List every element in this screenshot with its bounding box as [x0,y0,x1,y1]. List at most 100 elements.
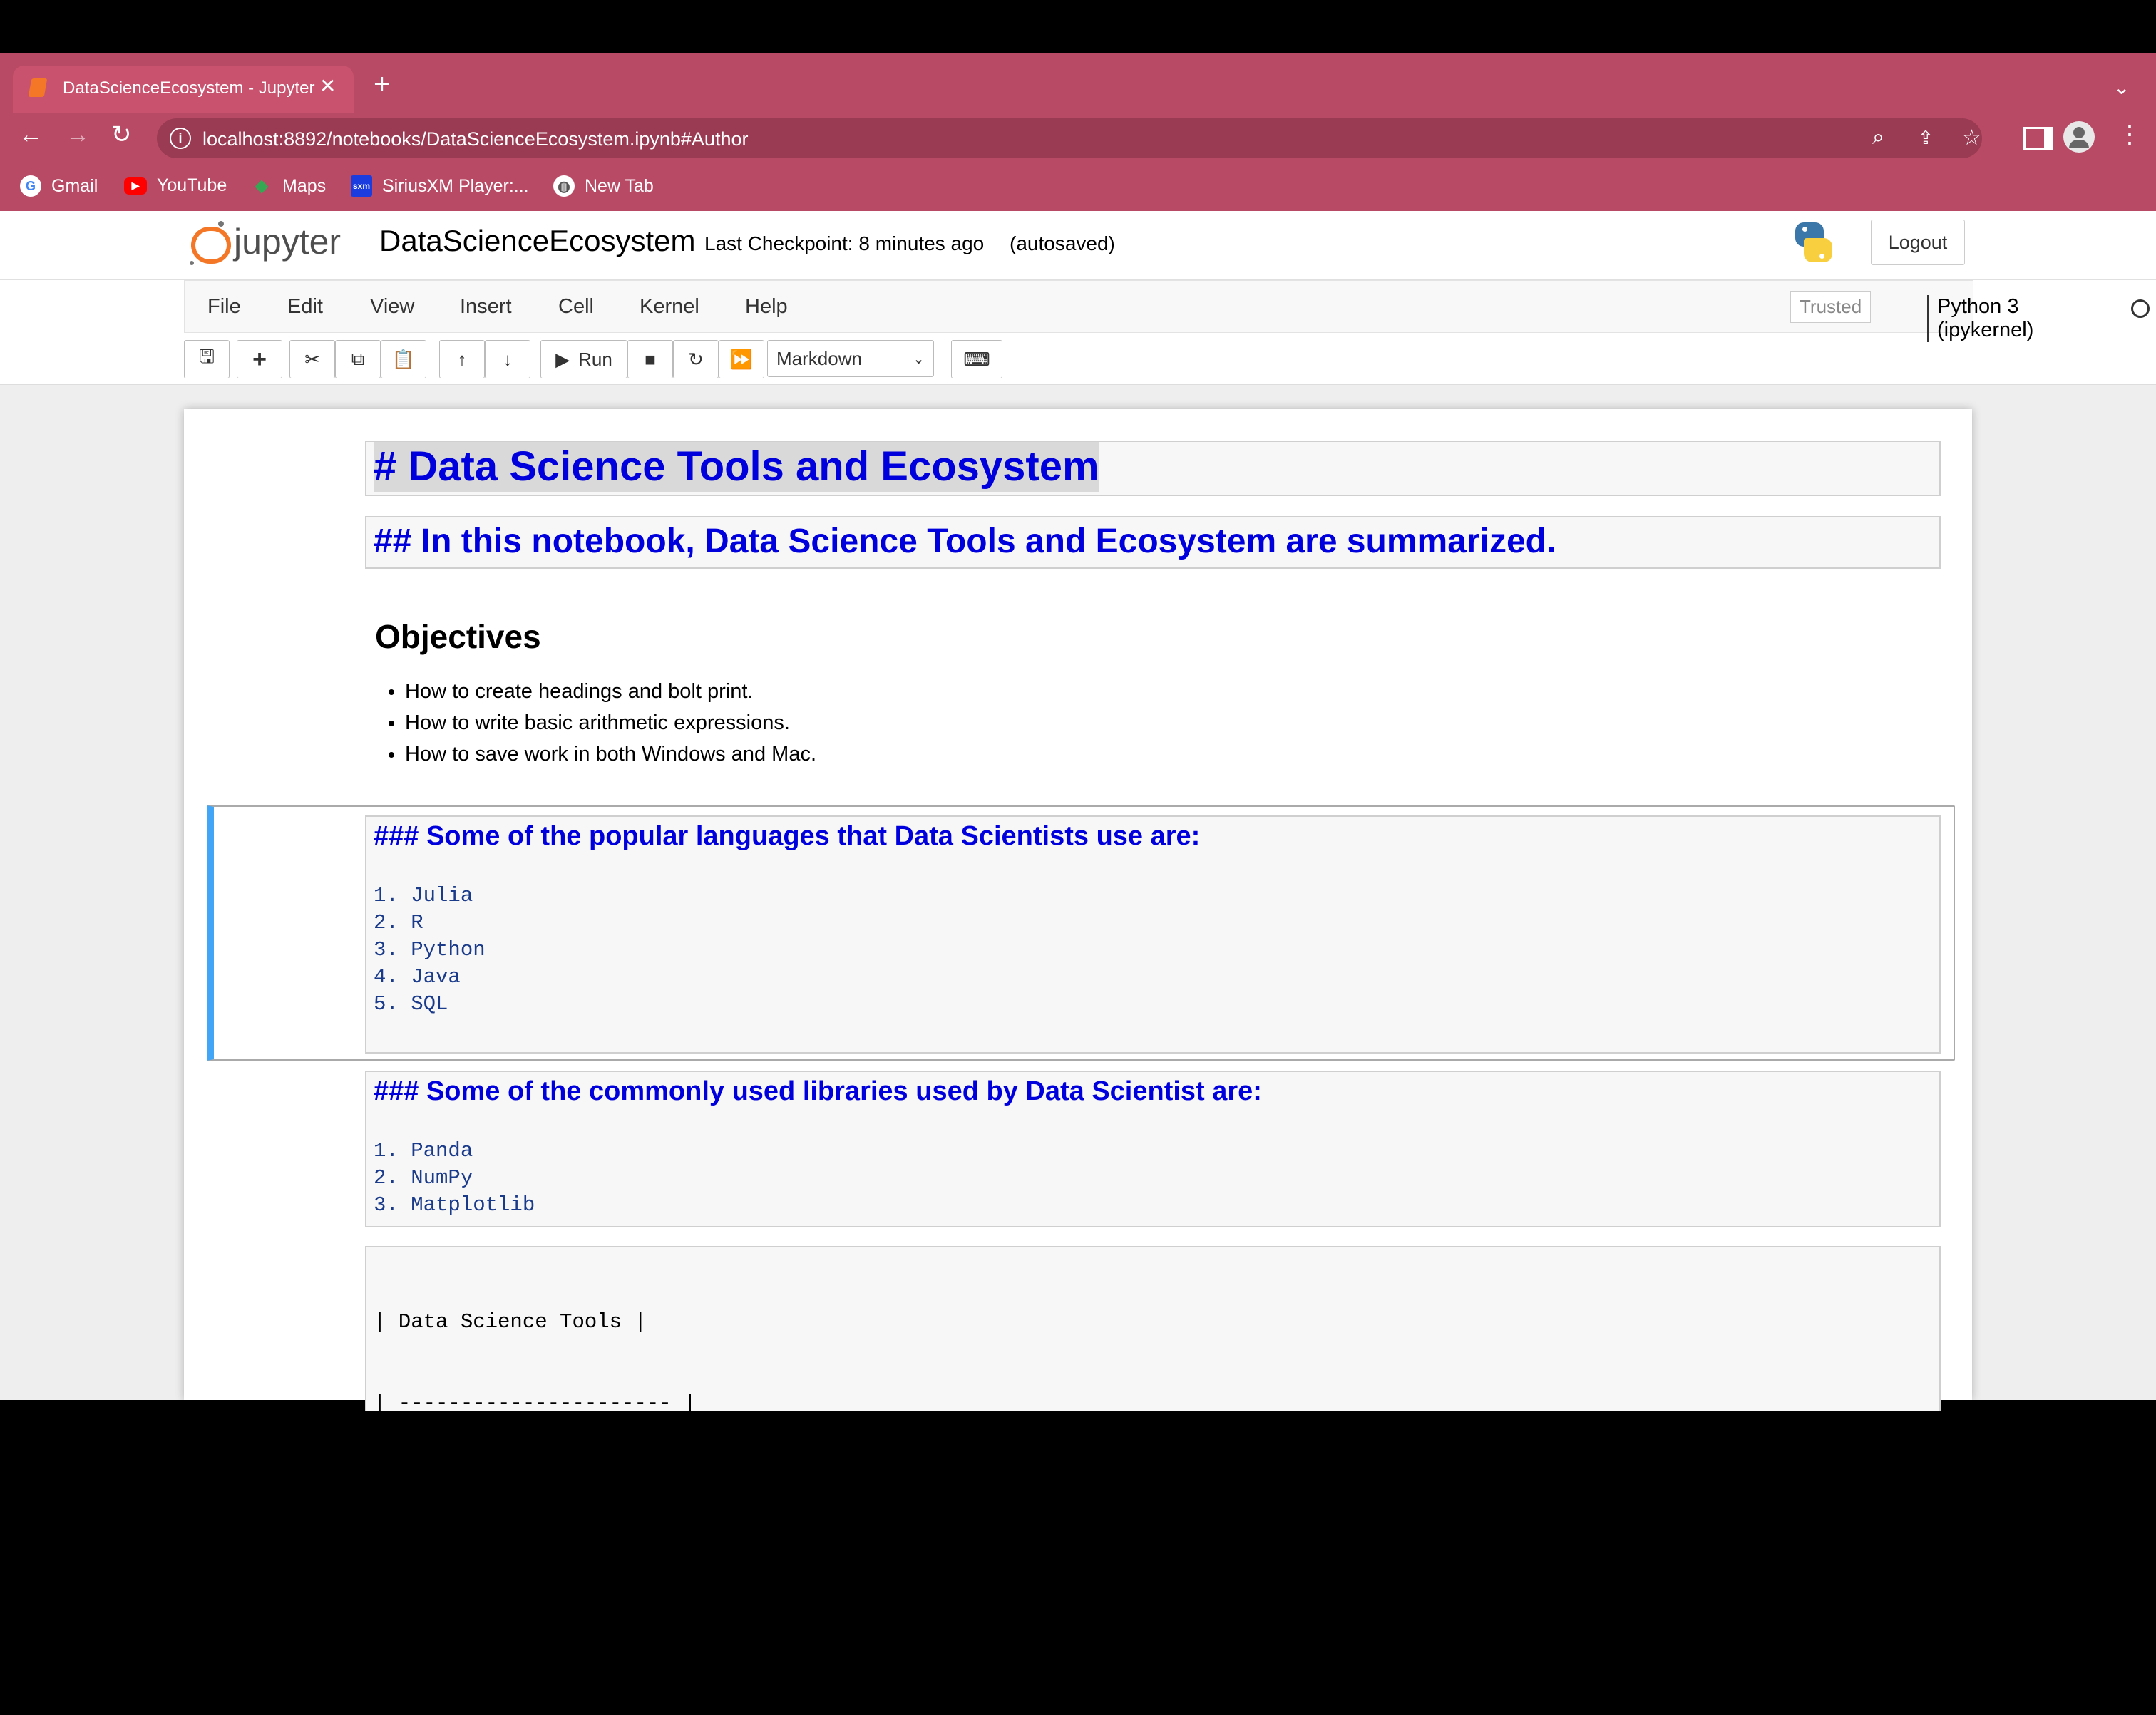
bookmark-label: YouTube [157,175,227,195]
fast-forward-icon[interactable]: ⏩ [719,340,764,378]
last-checkpoint: Last Checkpoint: 8 minutes ago [704,232,985,254]
address-bar[interactable]: i localhost:8892/notebooks/DataScienceEc… [157,118,1982,158]
menu-container: File Edit View Insert Cell Kernel Help T… [184,280,2150,342]
insert-cell-icon[interactable]: + [237,340,282,378]
share-icon[interactable]: ⇪ [1918,127,1934,149]
tab-search-chevron-icon[interactable]: ⌄ [2113,76,2130,99]
markdown-cell-h2[interactable]: ## In this notebook, Data Science Tools … [365,516,1941,569]
maps-pin-icon: ⬥ [255,175,269,196]
cut-icon[interactable]: ✂ [289,340,335,378]
trusted-badge[interactable]: Trusted [1790,291,1872,323]
siriusxm-icon: sxm [351,175,372,197]
notebook-container: # Data Science Tools and Ecosystem ## In… [184,409,1972,1659]
languages-heading: ### Some of the popular languages that D… [374,821,1201,851]
save-icon[interactable]: 🖫 [184,340,230,378]
objective-item: How to create headings and bolt print. [405,676,816,707]
bookmark-star-icon[interactable]: ☆ [1962,125,1981,150]
jupyter-header: jupyter DataScienceEcosystem Last Checkp… [0,211,2156,280]
browser-menu-icon[interactable]: ⋮ [2118,123,2142,147]
new-tab-button[interactable]: + [374,70,390,98]
objectives-list: How to create headings and bolt print. H… [375,676,816,770]
kernel-idle-icon [2131,299,2150,318]
youtube-icon: ▶ [124,177,147,195]
reload-icon[interactable]: ↻ [111,123,132,147]
markdown-cell-libraries[interactable]: ### Some of the commonly used libraries … [365,1071,1941,1227]
cell-h1-text: # Data Science Tools and Ecosystem [374,442,1099,492]
menu-insert[interactable]: Insert [460,295,512,319]
table-line: | Apache Spark | [374,1473,573,1496]
libraries-heading: ### Some of the commonly used libraries … [374,1076,1262,1106]
tab-title: DataScienceEcosystem - Jupyter [63,78,315,98]
bookmark-maps[interactable]: ⬥ Maps [251,175,326,197]
menu-file[interactable]: File [207,295,241,319]
notebook-name[interactable]: DataScienceEcosystem [379,224,696,258]
table-line: | RStudio | [374,1635,510,1659]
keyboard-icon[interactable]: ⌨ [951,340,1002,378]
markdown-cell-tools-table[interactable]: | Data Science Tools | | ---------------… [365,1246,1941,1659]
table-line: | Data Science Tools | [374,1310,647,1334]
notebook-menubar: File Edit View Insert Cell Kernel Help T… [0,280,2156,386]
copy-icon[interactable]: ⧉ [335,340,381,378]
site-info-icon[interactable]: i [170,128,191,149]
bookmark-label: Maps [282,175,327,196]
markdown-cell-h1[interactable]: # Data Science Tools and Ecosystem [365,441,1941,496]
bookmark-label: New Tab [585,175,654,196]
run-button[interactable]: ▶ Run [540,340,627,378]
menu-view[interactable]: View [370,295,414,319]
list-item: 5. SQL [374,992,448,1016]
list-item: 3. Python [374,938,486,962]
list-item: 1. Panda [374,1139,473,1163]
close-tab-icon[interactable]: ✕ [319,74,336,98]
objectives-heading: Objectives [375,618,541,655]
bookmark-new-tab[interactable]: ◍ New Tab [553,175,654,197]
side-panel-icon[interactable] [2023,127,2053,150]
autosave-status: (autosaved) [1010,232,1115,254]
back-arrow-icon[interactable]: ← [19,123,43,147]
menu-help[interactable]: Help [745,295,788,319]
cell-type-select[interactable]: Markdown ⌄ [767,340,934,377]
languages-list: 1. Julia 2. R 3. Python 4. Java 5. SQL [374,882,486,1018]
google-icon: G [20,175,41,197]
run-icon: ▶ [555,348,570,370]
bookmark-gmail[interactable]: G Gmail [20,175,98,197]
markdown-cell-languages[interactable]: ### Some of the popular languages that D… [365,815,1941,1054]
forward-arrow-icon[interactable]: → [66,123,90,147]
zoom-icon[interactable]: ⌕ [1872,125,1884,150]
run-label: Run [578,348,612,370]
chevron-down-icon: ⌄ [913,351,925,367]
kernel-name[interactable]: Python 3 (ipykernel) [1927,295,2033,342]
browser-tab[interactable]: DataScienceEcosystem - Jupyter ✕ [13,66,354,113]
bookmark-youtube[interactable]: ▶ YouTube [124,175,227,196]
globe-icon: ◍ [553,175,575,197]
bookmark-siriusxm[interactable]: sxm SiriusXM Player:... [351,175,529,197]
menu-kernel[interactable]: Kernel [640,295,699,319]
tools-table-source: | Data Science Tools | | ---------------… [374,1255,696,1715]
stop-icon[interactable]: ■ [627,340,673,378]
menu-cell[interactable]: Cell [558,295,594,319]
table-line: | ---------------------- | [374,1391,697,1415]
objective-item: How to write basic arithmetic expression… [405,707,816,738]
jupyter-wordmark[interactable]: jupyter [234,221,341,262]
list-item: 2. R [374,911,423,934]
list-item: 1. Julia [374,884,473,907]
logout-button[interactable]: Logout [1871,220,1965,265]
profile-avatar-icon[interactable] [2063,121,2095,153]
python-logo-icon [1791,220,1835,265]
table-line: | TensorFlow | [374,1554,548,1577]
jupyter-logo-icon[interactable] [190,221,231,265]
libraries-list: 1. Panda 2. NumPy 3. Matplotlib [374,1138,535,1219]
menu-edit[interactable]: Edit [287,295,323,319]
restart-icon[interactable]: ↻ [673,340,719,378]
move-down-icon[interactable]: ↓ [485,340,530,378]
url-text: localhost:8892/notebooks/DataScienceEcos… [202,128,749,150]
bookmark-label: SiriusXM Player:... [382,175,529,196]
move-up-icon[interactable]: ↑ [439,340,485,378]
list-item: 3. Matplotlib [374,1193,535,1217]
list-item: 2. NumPy [374,1166,473,1190]
jupyter-favicon-icon [28,78,48,97]
list-item: 4. Java [374,965,461,989]
bookmark-label: Gmail [51,175,98,196]
objective-item: How to save work in both Windows and Mac… [405,738,816,770]
cell-type-value: Markdown [776,347,862,369]
paste-icon[interactable]: 📋 [381,340,426,378]
